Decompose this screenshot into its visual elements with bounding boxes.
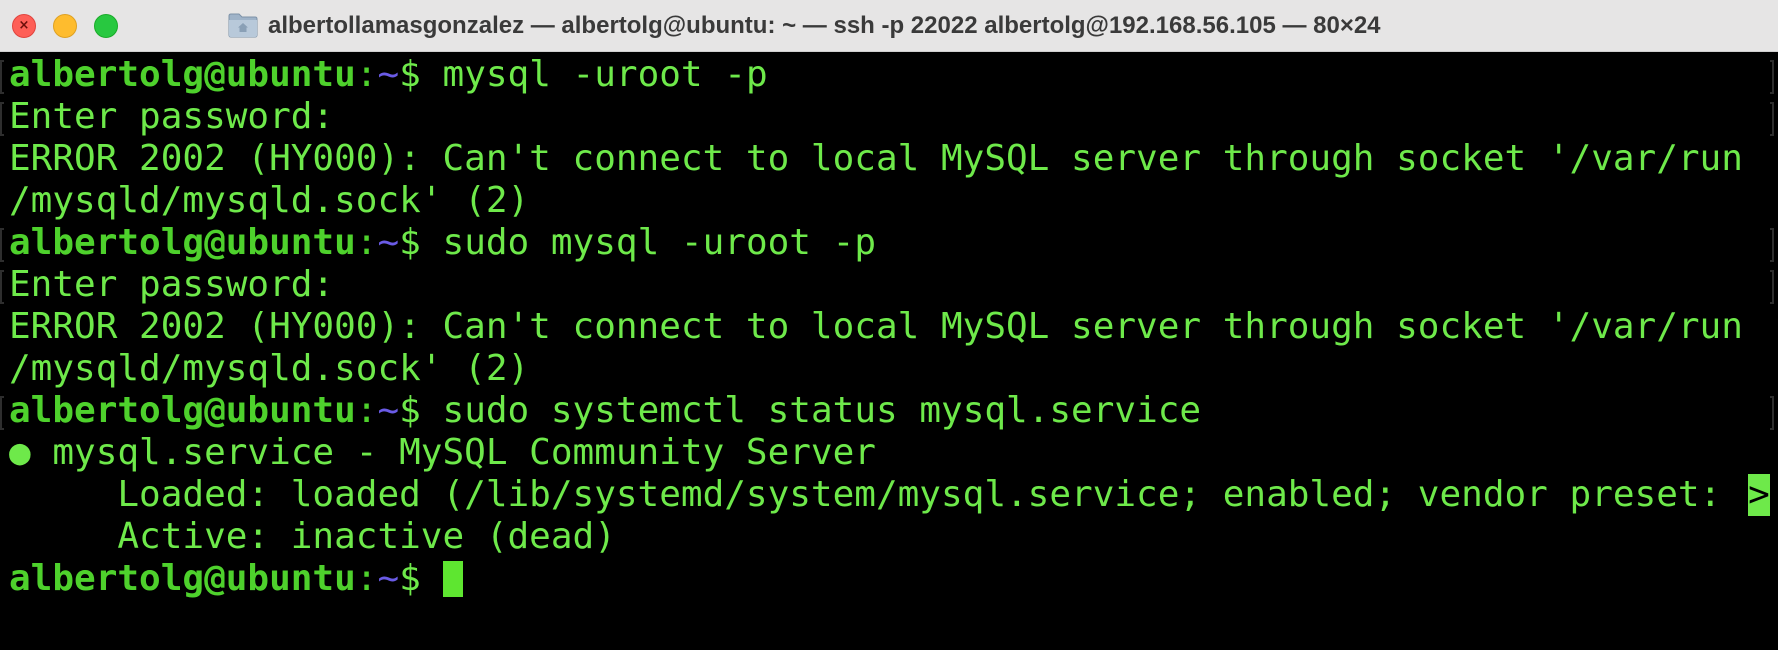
close-icon: × bbox=[18, 18, 30, 33]
mark-bracket-right bbox=[1770, 60, 1774, 94]
output-line: Active: inactive (dead) bbox=[9, 516, 616, 557]
command-text: sudo systemctl status mysql.service bbox=[442, 390, 1202, 431]
minimize-window-button[interactable] bbox=[53, 14, 77, 38]
prompt-line: albertolg@ubuntu:~$ sudo mysql -uroot -p bbox=[9, 222, 876, 264]
window-title: albertollamasgonzalez — albertolg@ubuntu… bbox=[268, 12, 1381, 39]
output-line: Loaded: loaded (/lib/systemd/system/mysq… bbox=[9, 474, 1722, 515]
folder-home-icon bbox=[228, 13, 258, 38]
terminal-window: × albertollamasgonzalez — albertolg@ubun… bbox=[0, 0, 1778, 650]
output-line: /mysqld/mysqld.sock' (2) bbox=[9, 348, 530, 389]
output-line: Enter password: bbox=[9, 96, 335, 137]
prompt-user-host: albertolg@ubuntu bbox=[9, 390, 356, 431]
title-bar[interactable]: × albertollamasgonzalez — albertolg@ubun… bbox=[0, 0, 1778, 52]
prompt-line: albertolg@ubuntu:~$ bbox=[9, 558, 463, 600]
command-text: mysql -uroot -p bbox=[442, 54, 768, 95]
mark-bracket-right bbox=[1770, 228, 1774, 262]
close-window-button[interactable]: × bbox=[12, 14, 36, 38]
prompt-line: albertolg@ubuntu:~$ mysql -uroot -p bbox=[9, 54, 768, 96]
prompt-separator: : bbox=[355, 222, 378, 263]
command-text: sudo mysql -uroot -p bbox=[442, 222, 876, 263]
prompt-path: ~ bbox=[377, 390, 400, 431]
prompt-path: ~ bbox=[377, 222, 400, 263]
prompt-symbol: $ bbox=[399, 54, 443, 95]
mark-bracket-right bbox=[1770, 270, 1774, 304]
mark-bracket-left bbox=[0, 102, 4, 136]
text-cursor bbox=[442, 561, 463, 597]
mark-bracket-left bbox=[0, 270, 4, 304]
prompt-user-host: albertolg@ubuntu bbox=[9, 558, 356, 599]
mark-bracket-left bbox=[0, 396, 4, 430]
prompt-path: ~ bbox=[377, 54, 400, 95]
terminal-content[interactable]: albertolg@ubuntu:~$ mysql -uroot -p Ente… bbox=[0, 54, 1778, 650]
prompt-symbol: $ bbox=[399, 558, 443, 599]
prompt-path: ~ bbox=[377, 558, 400, 599]
mark-bracket-left bbox=[0, 60, 4, 94]
prompt-symbol: $ bbox=[399, 222, 443, 263]
prompt-symbol: $ bbox=[399, 390, 443, 431]
output-line: /mysqld/mysqld.sock' (2) bbox=[9, 180, 530, 221]
zoom-window-button[interactable] bbox=[94, 14, 118, 38]
output-line: ● mysql.service - MySQL Community Server bbox=[9, 432, 876, 473]
mark-bracket-left bbox=[0, 228, 4, 262]
output-line: ERROR 2002 (HY000): Can't connect to loc… bbox=[9, 306, 1743, 347]
mark-bracket-right bbox=[1770, 102, 1774, 136]
prompt-separator: : bbox=[355, 390, 378, 431]
prompt-separator: : bbox=[355, 558, 378, 599]
prompt-user-host: albertolg@ubuntu bbox=[9, 222, 356, 263]
output-line: ERROR 2002 (HY000): Can't connect to loc… bbox=[9, 138, 1743, 179]
prompt-line: albertolg@ubuntu:~$ sudo systemctl statu… bbox=[9, 390, 1201, 432]
mark-bracket-right bbox=[1770, 396, 1774, 430]
prompt-user-host: albertolg@ubuntu bbox=[9, 54, 356, 95]
line-truncated-indicator: > bbox=[1748, 474, 1770, 516]
prompt-separator: : bbox=[355, 54, 378, 95]
output-line: Enter password: bbox=[9, 264, 335, 305]
